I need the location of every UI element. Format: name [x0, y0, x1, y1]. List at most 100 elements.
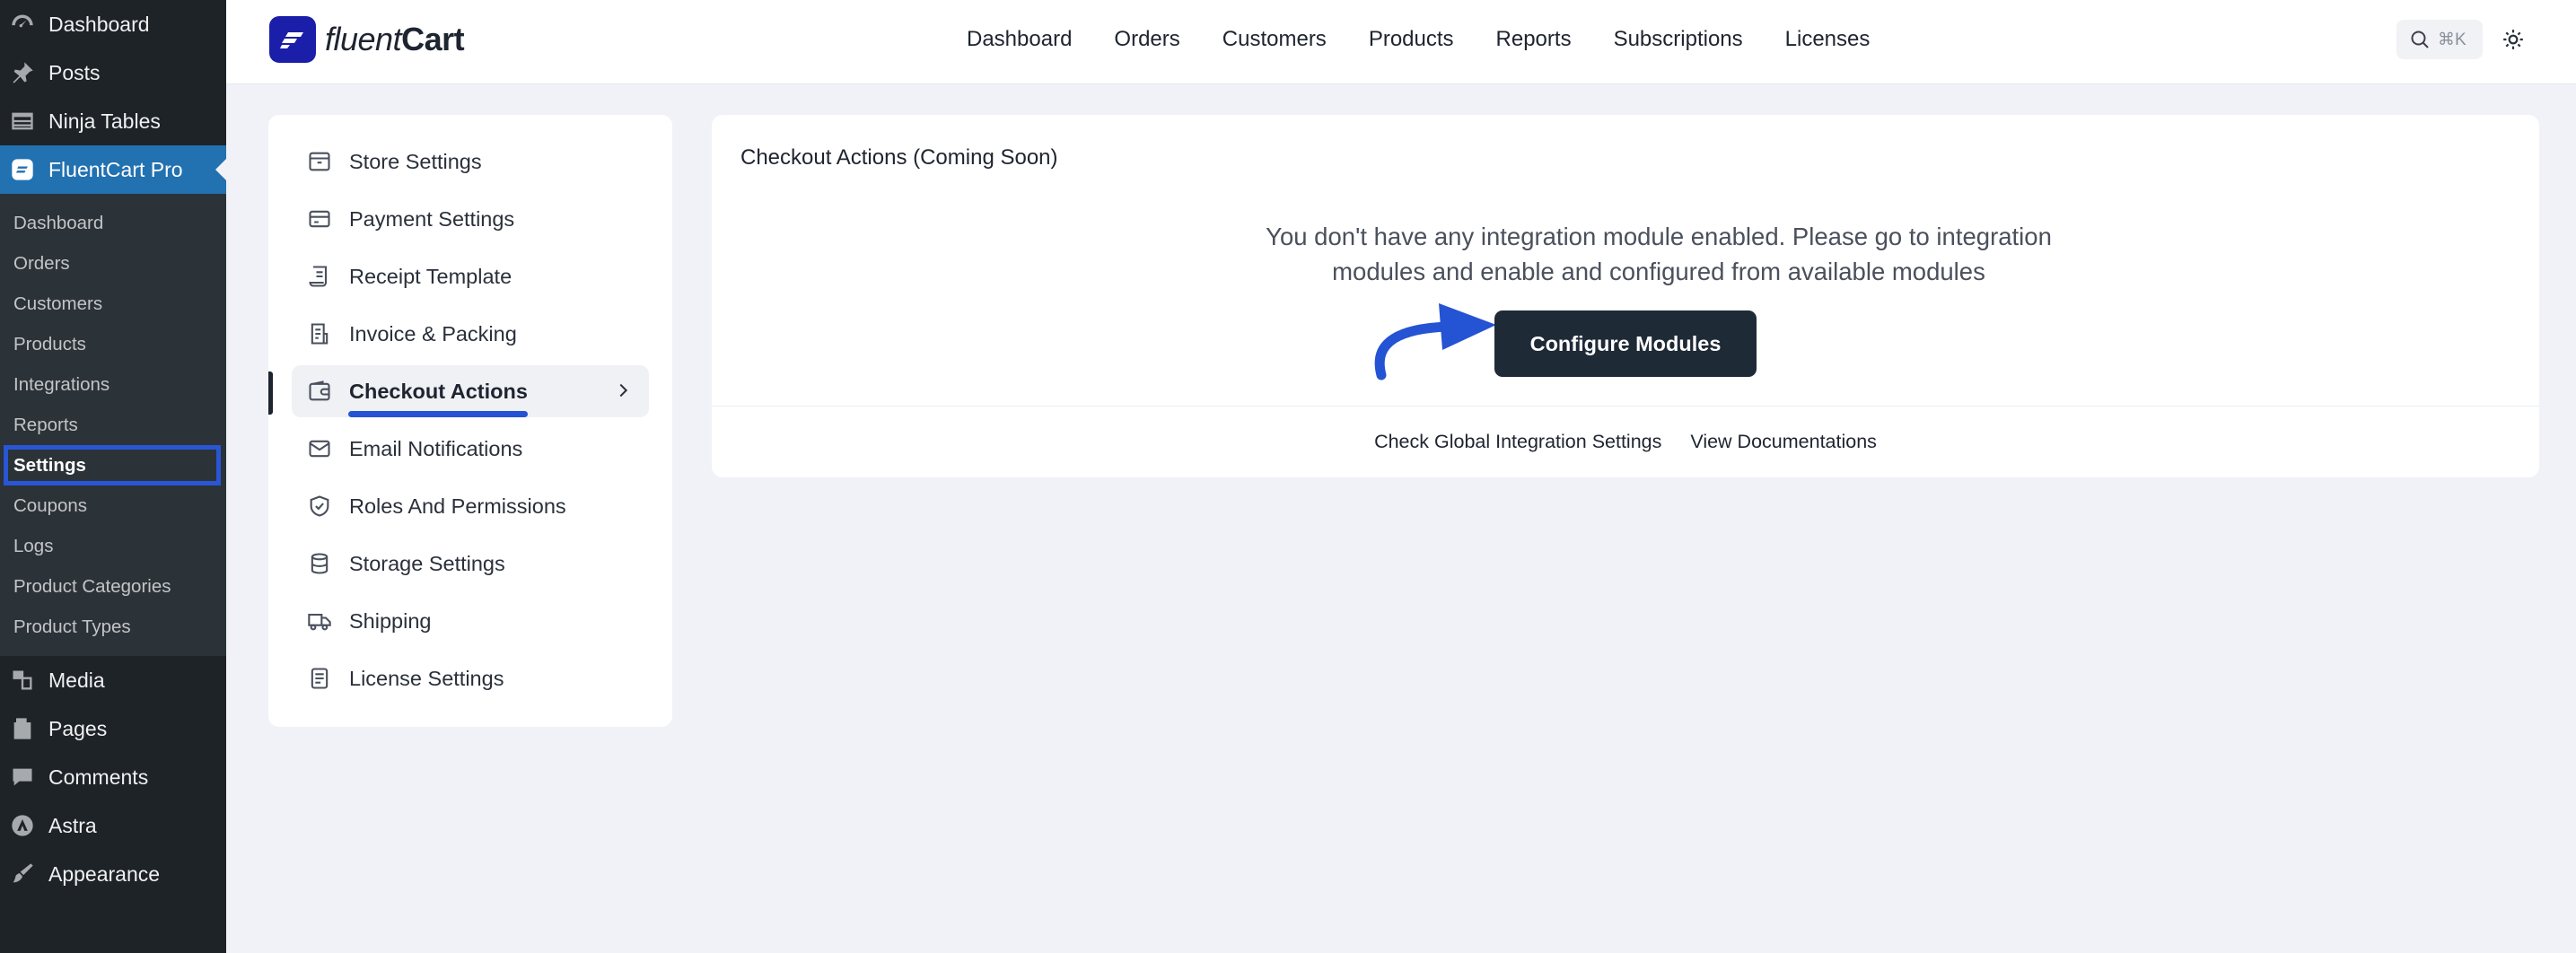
media-icon: [9, 667, 36, 694]
wp-menu-ninja-tables[interactable]: Ninja Tables: [0, 97, 226, 145]
search-shortcut: ⌘K: [2438, 30, 2466, 49]
mail-icon: [306, 435, 333, 462]
wp-menu-label: FluentCart Pro: [48, 157, 183, 181]
search-icon: [2411, 31, 2429, 48]
menu-label: Email Notifications: [349, 436, 523, 460]
fluentcart-logo-icon: [269, 16, 316, 63]
wp-submenu-orders[interactable]: Orders: [0, 243, 226, 284]
menu-label: Checkout Actions: [349, 379, 528, 403]
pin-icon: [9, 59, 36, 86]
fluentcart-icon: [9, 156, 36, 183]
empty-state-message: You don't have any integration module en…: [1143, 219, 2175, 289]
nav-dashboard[interactable]: Dashboard: [967, 27, 1072, 52]
database-icon: [306, 550, 333, 577]
table-icon: [9, 108, 36, 135]
wp-menu-astra[interactable]: Astra: [0, 801, 226, 850]
wp-admin-sidebar: Dashboard Posts Ninja Tables FluentCart …: [0, 0, 226, 953]
checkout-actions-panel: Checkout Actions (Coming Soon) You don't…: [712, 115, 2539, 477]
wp-menu-pages[interactable]: Pages: [0, 704, 226, 753]
pages-icon: [9, 715, 36, 742]
wp-menu-label: Ninja Tables: [48, 109, 161, 133]
menu-label: Storage Settings: [349, 551, 505, 575]
menu-label: Roles And Permissions: [349, 494, 566, 518]
wp-submenu-reports[interactable]: Reports: [0, 405, 226, 445]
menu-roles-permissions[interactable]: Roles And Permissions: [292, 480, 649, 532]
nav-subscriptions[interactable]: Subscriptions: [1614, 27, 1743, 52]
menu-label: Invoice & Packing: [349, 321, 517, 345]
truck-icon: [306, 608, 333, 634]
card-icon: [306, 205, 333, 232]
menu-label: License Settings: [349, 666, 504, 690]
panel-title: Checkout Actions (Coming Soon): [740, 145, 1058, 170]
wp-menu-posts[interactable]: Posts: [0, 48, 226, 97]
invoice-icon: [306, 320, 333, 347]
nav-products[interactable]: Products: [1369, 27, 1454, 52]
wp-submenu-customers[interactable]: Customers: [0, 284, 226, 324]
astra-icon: [9, 812, 36, 839]
comments-icon: [9, 764, 36, 791]
wp-menu-media[interactable]: Media: [0, 656, 226, 704]
wp-submenu-coupons[interactable]: Coupons: [0, 485, 226, 526]
global-integration-settings-link[interactable]: Check Global Integration Settings: [1374, 431, 1661, 453]
panel-footer: Check Global Integration Settings View D…: [712, 406, 2539, 477]
dashboard-icon: [9, 11, 36, 38]
message-line: You don't have any integration module en…: [1266, 223, 2052, 250]
nav-orders[interactable]: Orders: [1114, 27, 1179, 52]
app-header: fluentCart Dashboard Orders Customers Pr…: [226, 0, 2576, 84]
wp-menu-dashboard[interactable]: Dashboard: [0, 0, 226, 48]
brand-logo[interactable]: fluentCart: [269, 16, 465, 63]
wp-menu-label: Astra: [48, 813, 97, 837]
view-documentations-link[interactable]: View Documentations: [1690, 431, 1877, 453]
wp-submenu-dashboard[interactable]: Dashboard: [0, 203, 226, 243]
wp-menu-label: Dashboard: [48, 12, 150, 36]
wallet-icon: [306, 378, 333, 405]
wp-menu-label: Comments: [48, 765, 149, 789]
brand-name: fluentCart: [325, 21, 465, 57]
wp-submenu-logs[interactable]: Logs: [0, 526, 226, 566]
wp-menu-label: Pages: [48, 716, 108, 740]
wp-menu-appearance[interactable]: Appearance: [0, 850, 226, 898]
wp-submenu-product-categories[interactable]: Product Categories: [0, 566, 226, 607]
appearance-icon: [9, 861, 36, 887]
menu-invoice-packing[interactable]: Invoice & Packing: [292, 308, 649, 360]
highlight-underline: [348, 411, 528, 417]
menu-storage-settings[interactable]: Storage Settings: [292, 538, 649, 590]
receipt-icon: [306, 263, 333, 290]
configure-modules-button[interactable]: Configure Modules: [1494, 310, 1757, 377]
menu-label: Shipping: [349, 608, 432, 633]
settings-menu: Store Settings Payment Settings Receipt …: [268, 115, 672, 727]
nav-customers[interactable]: Customers: [1222, 27, 1327, 52]
menu-store-settings[interactable]: Store Settings: [292, 136, 649, 188]
wp-submenu-integrations[interactable]: Integrations: [0, 364, 226, 405]
wp-submenu-product-types[interactable]: Product Types: [0, 607, 226, 647]
nav-licenses[interactable]: Licenses: [1785, 27, 1871, 52]
nav-reports[interactable]: Reports: [1496, 27, 1572, 52]
wp-submenu-settings[interactable]: Settings: [4, 445, 221, 485]
theme-toggle-button[interactable]: [2499, 25, 2528, 54]
search-button[interactable]: ⌘K: [2396, 20, 2483, 59]
menu-shipping[interactable]: Shipping: [292, 595, 649, 647]
sun-icon: [2503, 30, 2523, 49]
wp-menu-label: Media: [48, 668, 105, 692]
menu-email-notifications[interactable]: Email Notifications: [292, 423, 649, 475]
menu-receipt-template[interactable]: Receipt Template: [292, 250, 649, 302]
menu-payment-settings[interactable]: Payment Settings: [292, 193, 649, 245]
wp-menu-label: Posts: [48, 60, 101, 84]
shield-icon: [306, 493, 333, 520]
wp-submenu-products[interactable]: Products: [0, 324, 226, 364]
wp-submenu: Dashboard Orders Customers Products Inte…: [0, 194, 226, 656]
menu-checkout-actions[interactable]: Checkout Actions: [292, 365, 649, 417]
menu-license-settings[interactable]: License Settings: [292, 652, 649, 704]
annotation-arrow-icon: [1374, 303, 1496, 380]
active-indicator: [268, 372, 273, 415]
menu-label: Store Settings: [349, 149, 482, 173]
chevron-right-icon: [619, 383, 628, 398]
wp-menu-fluentcart-pro[interactable]: FluentCart Pro: [0, 145, 226, 194]
document-icon: [306, 665, 333, 692]
menu-label: Receipt Template: [349, 264, 513, 288]
store-icon: [306, 148, 333, 175]
wp-menu-comments[interactable]: Comments: [0, 753, 226, 801]
menu-label: Payment Settings: [349, 206, 515, 231]
message-line: modules and enable and configured from a…: [1332, 258, 1985, 285]
wp-menu-label: Appearance: [48, 861, 161, 886]
